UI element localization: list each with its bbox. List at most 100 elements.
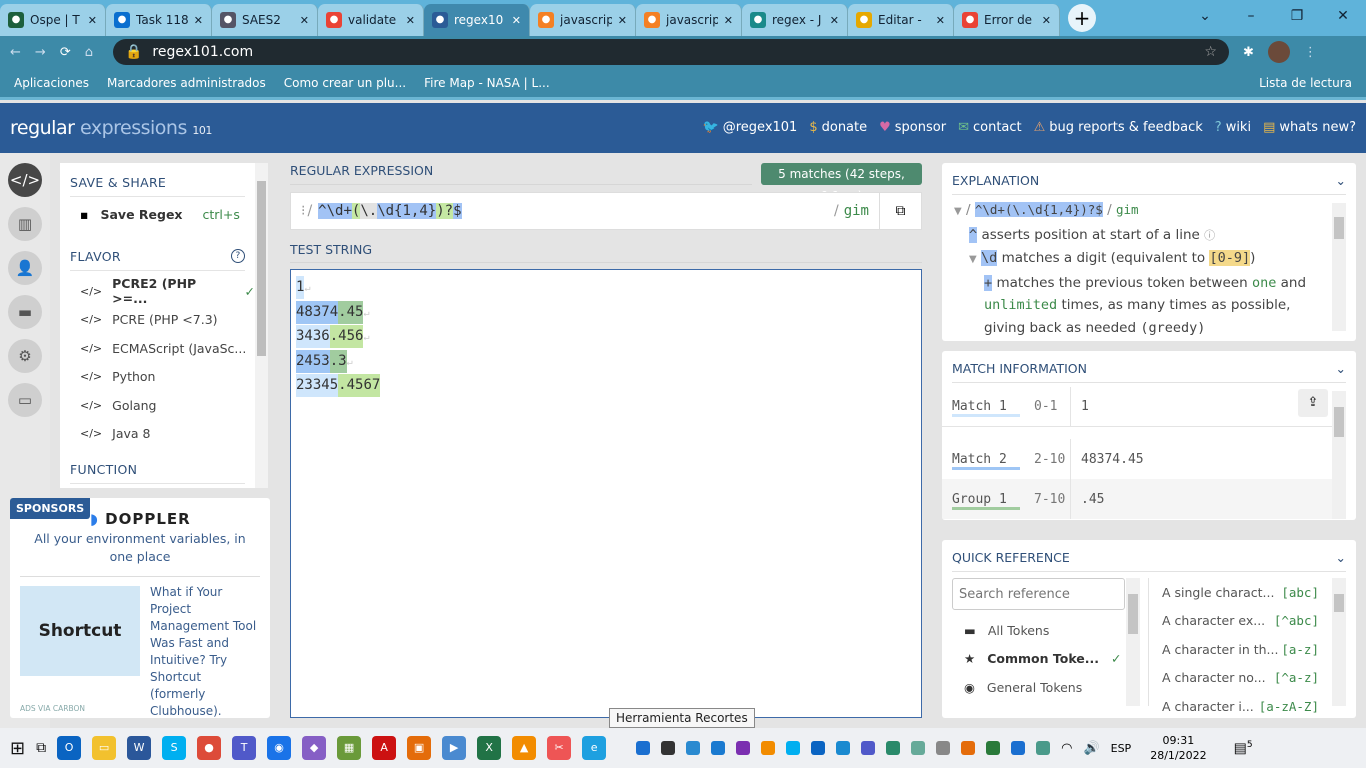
browser-tab[interactable]: ● Error de ✕ bbox=[954, 4, 1060, 36]
export-icon[interactable]: ⇪ bbox=[1298, 389, 1328, 417]
app2-icon[interactable]: ▣ bbox=[407, 736, 432, 760]
browser-tab[interactable]: ● regex - J ✕ bbox=[742, 4, 848, 36]
browser-tab[interactable]: ● SAES2 ✕ bbox=[212, 4, 318, 36]
browser-tab[interactable]: ● Editar - ✕ bbox=[848, 4, 954, 36]
close-tab-icon[interactable]: ✕ bbox=[724, 14, 733, 27]
close-tab-icon[interactable]: ✕ bbox=[88, 14, 97, 27]
flavor-option[interactable]: </> PCRE2 (PHP >=... ✓ bbox=[60, 276, 255, 306]
extensions-icon[interactable]: ✱ bbox=[1243, 45, 1254, 60]
close-tab-icon[interactable]: ✕ bbox=[194, 14, 203, 27]
tray-icon[interactable] bbox=[636, 741, 651, 755]
flavor-option[interactable]: </> Java 8 bbox=[60, 420, 255, 449]
teams-icon[interactable]: T bbox=[232, 736, 257, 760]
sidebar-scrollbar[interactable] bbox=[255, 163, 268, 488]
tray-icon[interactable] bbox=[1011, 741, 1026, 755]
outlook-icon[interactable]: O bbox=[57, 736, 82, 760]
profile-avatar[interactable] bbox=[1267, 41, 1290, 63]
close-tab-icon[interactable]: ✕ bbox=[618, 14, 627, 27]
browser-tab[interactable]: ● Ospe | T ✕ bbox=[0, 4, 106, 36]
explanation-scrollbar[interactable] bbox=[1332, 203, 1346, 331]
word-icon[interactable]: W bbox=[127, 736, 152, 760]
reference-scrollbar[interactable] bbox=[1332, 578, 1346, 706]
tray-icon[interactable] bbox=[861, 741, 876, 755]
close-tab-icon[interactable]: ✕ bbox=[300, 14, 309, 27]
tray-icon[interactable] bbox=[911, 741, 926, 755]
tray-icon[interactable] bbox=[936, 741, 951, 755]
collapse-icon[interactable]: ▼ bbox=[954, 206, 962, 217]
help-icon[interactable]: ⓘ bbox=[1204, 229, 1215, 242]
doppler-logo[interactable]: ◗ DOPPLER bbox=[90, 510, 191, 528]
save-regex-button[interactable]: ▪ Save Regex ctrl+s bbox=[60, 197, 255, 231]
skype-icon[interactable]: S bbox=[162, 736, 187, 760]
match-scrollbar[interactable] bbox=[1332, 391, 1346, 519]
reading-list-button[interactable]: Lista de lectura bbox=[1259, 76, 1352, 90]
tab-search-icon[interactable]: ⌄ bbox=[1182, 0, 1228, 32]
regex-flags[interactable]: gim bbox=[844, 203, 869, 219]
browser-tab[interactable]: ● validate ✕ bbox=[318, 4, 424, 36]
tray-icon[interactable] bbox=[836, 741, 851, 755]
header-link[interactable]: ▤ whats new? bbox=[1263, 120, 1356, 135]
star-icon[interactable]: ☆ bbox=[1204, 44, 1217, 60]
collapse-icon[interactable]: ▼ bbox=[969, 254, 977, 265]
flavor-option[interactable]: </> PCRE (PHP <7.3) bbox=[60, 306, 255, 335]
bookmark[interactable]: Aplicaciones bbox=[14, 76, 89, 90]
sponsor-tagline[interactable]: All your environment variables, in one p… bbox=[30, 530, 250, 566]
excel-icon[interactable]: X bbox=[477, 736, 502, 760]
close-tab-icon[interactable]: ✕ bbox=[830, 14, 839, 27]
tray-icon[interactable] bbox=[961, 741, 976, 755]
snipping-tool-icon[interactable]: ✂ bbox=[547, 736, 572, 760]
reference-item[interactable]: A character no... [^a-z] bbox=[1162, 664, 1319, 693]
test-string-editor[interactable]: 1↵ 48374.45↵ 3436.456↵ 2453.3↵ 23345.4567 bbox=[290, 269, 922, 718]
back-icon[interactable]: ← bbox=[10, 45, 21, 60]
chevron-down-icon[interactable]: ⌄ bbox=[1336, 550, 1346, 565]
tray-icon[interactable] bbox=[661, 741, 676, 755]
header-link[interactable]: ? wiki bbox=[1215, 120, 1251, 135]
logo[interactable]: regular expressions 101 bbox=[10, 117, 212, 139]
browser-tab[interactable]: ● javascrip ✕ bbox=[530, 4, 636, 36]
tray-icon[interactable] bbox=[811, 741, 826, 755]
url-bar[interactable]: 🔒 regex101.com ☆ bbox=[112, 39, 1229, 65]
new-tab-button[interactable]: + bbox=[1068, 4, 1096, 32]
ad-text[interactable]: What if Your Project Management Tool Was… bbox=[150, 584, 260, 720]
close-tab-icon[interactable]: ✕ bbox=[936, 14, 945, 27]
code-icon[interactable]: </> bbox=[8, 163, 42, 197]
match-row[interactable]: Group 1 7-10.45 bbox=[942, 479, 1332, 519]
forward-icon[interactable]: → bbox=[35, 45, 46, 60]
reference-category[interactable]: ★ Common Toke... ✓ bbox=[952, 645, 1125, 674]
tray-icon[interactable] bbox=[786, 741, 801, 755]
browser-tab[interactable]: ● Task 118 ✕ bbox=[106, 4, 212, 36]
chat-icon[interactable]: ▭ bbox=[8, 383, 42, 417]
restore-icon[interactable]: ❐ bbox=[1274, 0, 1320, 32]
ad-image[interactable]: Shortcut bbox=[20, 586, 140, 676]
wifi-icon[interactable]: ◠ bbox=[1061, 741, 1072, 756]
copy-icon[interactable]: ⧉ bbox=[879, 193, 921, 229]
user-icon[interactable]: 👤 bbox=[8, 251, 42, 285]
acrobat-icon[interactable]: A bbox=[372, 736, 397, 760]
reload-icon[interactable]: ⟳ bbox=[60, 45, 71, 60]
flavor-option[interactable]: </> Golang bbox=[60, 391, 255, 420]
header-link[interactable]: ✉ contact bbox=[958, 120, 1022, 135]
flavor-option[interactable]: </> ECMAScript (JavaSc... bbox=[60, 334, 255, 363]
chrome-icon[interactable]: ● bbox=[197, 736, 222, 760]
tray-icon[interactable] bbox=[736, 741, 751, 755]
home-icon[interactable]: ⌂ bbox=[85, 45, 93, 60]
flavor-option[interactable]: </> Python bbox=[60, 363, 255, 392]
visual-studio-icon[interactable]: ◆ bbox=[302, 736, 327, 760]
match-row[interactable]: Match 1 0-1 1 bbox=[942, 387, 1332, 427]
close-tab-icon[interactable]: ✕ bbox=[512, 14, 521, 27]
media-icon[interactable]: ▶ bbox=[442, 736, 467, 760]
categories-scrollbar[interactable] bbox=[1126, 578, 1140, 706]
tray-icon[interactable] bbox=[761, 741, 776, 755]
explorer-icon[interactable]: ▭ bbox=[92, 736, 117, 760]
ie-icon[interactable]: e bbox=[582, 736, 607, 760]
menu-icon[interactable]: ⋮ bbox=[1304, 45, 1317, 60]
browser-tab[interactable]: ● javascrip ✕ bbox=[636, 4, 742, 36]
tray-icon[interactable] bbox=[986, 741, 1001, 755]
tray-icon[interactable] bbox=[886, 741, 901, 755]
library-icon[interactable]: ▥ bbox=[8, 207, 42, 241]
chevron-down-icon[interactable]: ⌄ bbox=[1336, 173, 1346, 188]
help-icon[interactable]: ? bbox=[231, 249, 245, 263]
maps-icon[interactable]: ◉ bbox=[267, 736, 292, 760]
reference-category[interactable]: ◉ General Tokens bbox=[952, 673, 1125, 702]
app-icon[interactable]: ▦ bbox=[337, 736, 362, 760]
